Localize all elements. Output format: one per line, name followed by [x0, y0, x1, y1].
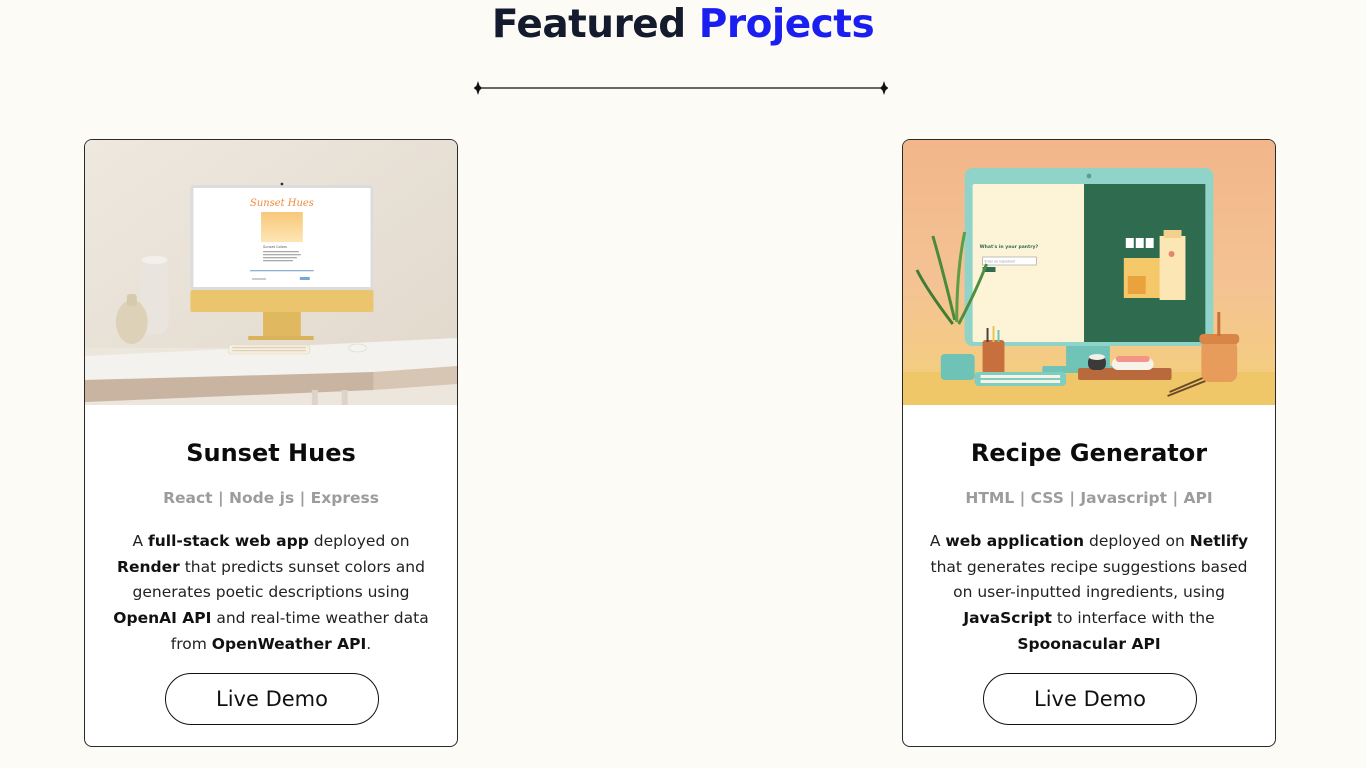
highlight-term: Spoonacular API [1017, 634, 1161, 653]
project-card-sunset-hues: Sunset Hues Sunset Colors Sunset Hues Re… [84, 139, 458, 747]
svg-text:Sunset Hues: Sunset Hues [250, 198, 314, 209]
highlight-term: web application [945, 532, 1085, 550]
section-title: Featured Projects [0, 2, 1366, 47]
sparkle-icon [880, 81, 888, 95]
project-card-recipe-generator: What's in your pantry? Enter an ingredie… [902, 139, 1276, 747]
svg-text:What's in your pantry?: What's in your pantry? [980, 244, 1039, 250]
recipe-generator-preview-image: What's in your pantry? Enter an ingredie… [903, 140, 1275, 405]
project-tech-tags: React | Node js | Express [163, 489, 379, 507]
live-demo-button[interactable]: Live Demo [165, 673, 379, 725]
section-divider [474, 81, 888, 95]
project-title: Sunset Hues [186, 439, 356, 467]
project-title: Recipe Generator [970, 439, 1208, 467]
svg-text:Sunset Colors: Sunset Colors [263, 245, 287, 249]
live-demo-button[interactable]: Live Demo [983, 673, 1197, 725]
svg-text:Enter an ingredient: Enter an ingredient [985, 259, 1016, 263]
title-prefix: Featured [491, 2, 686, 47]
highlight-term: OpenAI API [113, 609, 212, 628]
project-tech-tags: HTML | CSS | Javascript | API [965, 489, 1213, 507]
sparkle-icon [474, 81, 482, 95]
project-description: A full-stack web app deployed on Render … [113, 532, 429, 653]
project-description: A web application deployed on Netlify th… [929, 532, 1249, 653]
highlight-term: Netlify [1189, 532, 1249, 550]
sunset-hues-preview-image: Sunset Hues Sunset Colors [85, 140, 457, 405]
highlight-term: full-stack web app [148, 532, 309, 550]
highlight-term: Render [117, 557, 180, 576]
highlight-term: JavaScript [963, 609, 1052, 628]
title-accent: Projects [698, 2, 875, 47]
highlight-term: OpenWeather API [211, 634, 367, 653]
